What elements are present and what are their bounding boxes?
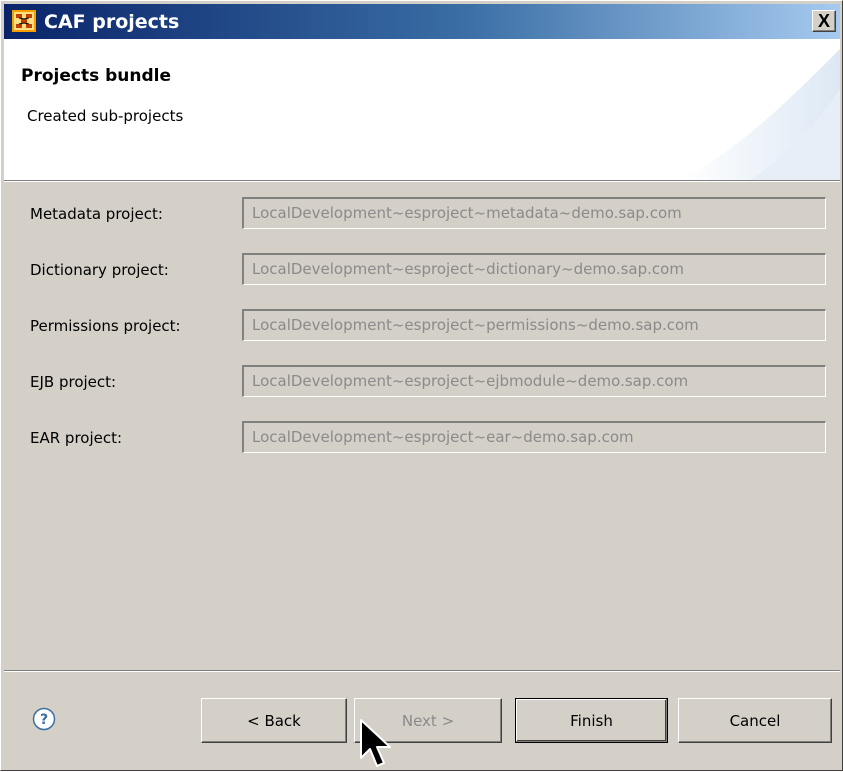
metadata-project-field[interactable]: LocalDevelopment~esproject~metadata~demo… (242, 197, 826, 229)
window-title: CAF projects (44, 11, 180, 33)
header-banner-graphic (680, 49, 840, 180)
title-bar[interactable]: CAF projects X (4, 4, 840, 39)
finish-button[interactable]: Finish (515, 698, 668, 743)
cancel-button[interactable]: Cancel (678, 698, 832, 743)
app-icon (12, 10, 36, 32)
ejb-project-label: EJB project: (30, 373, 117, 391)
permissions-project-label: Permissions project: (30, 317, 181, 335)
ear-project-label: EAR project: (30, 429, 123, 447)
help-icon[interactable]: ? (32, 707, 56, 731)
caf-projects-dialog: CAF projects X Projects bundle Created s… (0, 0, 843, 771)
header-separator (4, 180, 840, 182)
dictionary-project-field[interactable]: LocalDevelopment~esproject~dictionary~de… (242, 253, 826, 285)
permissions-project-field[interactable]: LocalDevelopment~esproject~permissions~d… (242, 309, 826, 341)
close-button[interactable]: X (812, 10, 836, 32)
ejb-project-field[interactable]: LocalDevelopment~esproject~ejbmodule~dem… (242, 365, 826, 397)
page-description: Created sub-projects (27, 107, 184, 125)
ear-project-field[interactable]: LocalDevelopment~esproject~ear~demo.sap.… (242, 421, 826, 453)
metadata-project-label: Metadata project: (30, 205, 163, 223)
svg-text:?: ? (40, 712, 48, 728)
footer-separator (4, 670, 840, 672)
back-button[interactable]: < Back (201, 698, 347, 743)
wizard-header: Projects bundle Created sub-projects (4, 39, 840, 180)
dictionary-project-label: Dictionary project: (30, 261, 169, 279)
close-icon: X (817, 11, 830, 31)
mouse-cursor-icon (360, 719, 391, 767)
page-title: Projects bundle (21, 66, 172, 86)
